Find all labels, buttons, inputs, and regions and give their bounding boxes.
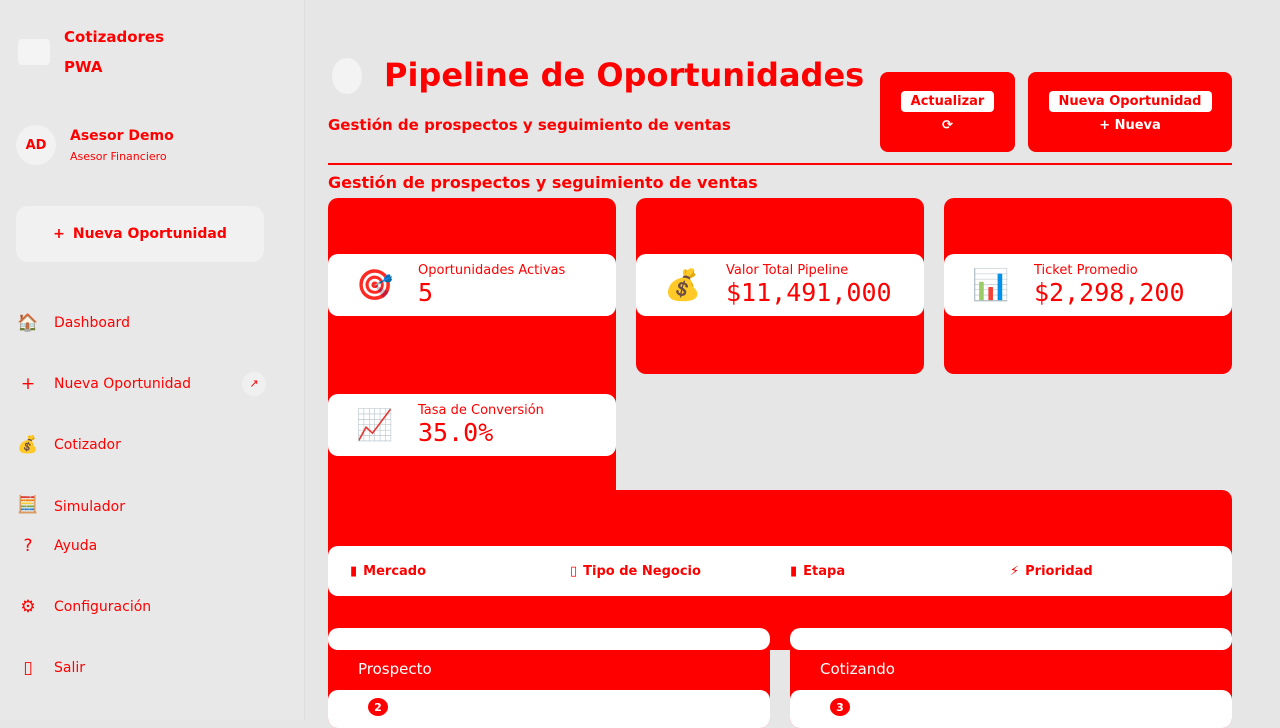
stat-card-ticket: 📊 Ticket Promedio $2,298,200 — [944, 198, 1232, 374]
stat-label: Ticket Promedio — [1034, 263, 1138, 278]
sidebar-item-salir[interactable]: ▯ Salir — [16, 637, 266, 698]
page-subtitle: Gestión de prospectos y seguimiento de v… — [328, 173, 758, 192]
logout-icon: ▯ — [23, 657, 33, 678]
sidebar: Cotizadores PWA AD Asesor Demo Asesor Fina… — [0, 0, 305, 720]
label: Simulador — [54, 499, 125, 515]
filter-etapa[interactable]: ▮ Etapa — [790, 564, 1010, 579]
column-count-badge: 2 — [368, 698, 388, 716]
money-bag-icon: 💰 — [17, 434, 39, 455]
refresh-icon: ⟳ — [942, 118, 953, 133]
sidebar-item-configuracion[interactable]: ⚙ Configuración — [16, 576, 266, 637]
trend-chart-icon: 📈 — [356, 407, 394, 443]
button-label: Nueva Oportunidad — [72, 226, 227, 242]
filter-label: Prioridad — [1025, 563, 1093, 579]
new-label: Nueva Oportunidad — [1048, 91, 1212, 112]
stat-value: 5 — [418, 278, 434, 307]
phone-icon: ▮ — [790, 563, 798, 579]
plus-icon: + — [53, 226, 65, 242]
calculator-icon: 🧮 — [17, 495, 39, 515]
avatar: AD — [16, 125, 56, 165]
stat-value: $11,491,000 — [726, 278, 892, 307]
stat-label: Oportunidades Activas — [418, 263, 566, 278]
stat-label: Tasa de Conversión — [418, 403, 544, 418]
stat-label: Valor Total Pipeline — [726, 263, 849, 278]
filter-label: Tipo de Negocio — [583, 563, 701, 579]
label: Ayuda — [54, 537, 98, 554]
stat-value: $2,298,200 — [1034, 278, 1185, 307]
filter-prioridad[interactable]: ⚡ Prioridad — [1010, 564, 1230, 579]
help-icon: ? — [23, 535, 33, 556]
page-title: Pipeline de Oportunidades — [384, 56, 865, 94]
external-badge-icon: ↗ — [242, 371, 266, 396]
filter-mercado[interactable]: ▮ Mercado — [350, 564, 570, 579]
clipboard-icon: ▯ — [570, 563, 578, 579]
new-opportunity-button[interactable]: Nueva Oportunidad + Nueva — [1028, 72, 1232, 152]
sidebar-nav: 🏠 Dashboard + Nueva Oportunidad ↗ 💰 Cotizado… — [16, 292, 266, 698]
refresh-label: Actualizar — [900, 91, 995, 112]
gear-icon: ⚙ — [20, 596, 36, 617]
column-title: Cotizando — [820, 660, 895, 678]
refresh-button[interactable]: Actualizar ⟳ — [880, 72, 1015, 152]
van-logo-icon — [18, 39, 50, 65]
lightning-icon: ⚡ — [1010, 563, 1020, 579]
column-count-badge: 3 — [830, 698, 850, 716]
column-title: Prospecto — [358, 660, 432, 678]
sidebar-item-simulador[interactable]: 🧮 Simulador — [16, 475, 266, 515]
user-profile: AD Asesor Demo Asesor Financiero — [16, 125, 174, 165]
user-name: Asesor Demo — [70, 127, 174, 144]
bar-chart-icon: 📊 — [972, 267, 1010, 303]
sidebar-item-nueva-oportunidad[interactable]: + Nueva Oportunidad ↗ — [16, 353, 266, 414]
pipeline-column-prospecto: Prospecto 2 — [328, 628, 770, 728]
sidebar-item-ayuda[interactable]: ? Ayuda — [16, 515, 266, 576]
label: Nueva Oportunidad — [54, 375, 191, 392]
plus-icon: + — [20, 373, 36, 394]
stat-value: 35.0% — [418, 418, 494, 447]
stat-card-pipeline: 💰 Valor Total Pipeline $11,491,000 — [636, 198, 924, 374]
filter-label: Mercado — [363, 563, 427, 579]
brand: Cotizadores PWA — [18, 22, 164, 82]
pipeline-column-cotizando: Cotizando 3 — [790, 628, 1232, 728]
sidebar-new-opportunity-button[interactable]: + Nueva Oportunidad — [16, 206, 264, 262]
brand-name: Cotizadores — [64, 28, 165, 46]
label: Configuración — [54, 598, 152, 615]
new-short-label: + Nueva — [1099, 118, 1161, 133]
divider — [328, 163, 1232, 165]
label: Salir — [54, 659, 86, 676]
filters-panel: ▮ Mercado ▯ Tipo de Negocio ▮ Etapa ⚡ Priori… — [328, 490, 1232, 650]
label: Dashboard — [54, 314, 130, 331]
filter-tipo-negocio[interactable]: ▯ Tipo de Negocio — [570, 564, 790, 579]
home-icon: 🏠 — [17, 312, 39, 333]
sidebar-item-dashboard[interactable]: 🏠 Dashboard — [16, 292, 266, 353]
page-subtitle-ghost: Gestión de prospectos y seguimiento de v… — [328, 116, 731, 134]
brand-sub: PWA — [64, 58, 103, 76]
filter-label: Etapa — [803, 563, 846, 579]
calendar-icon: ▮ — [350, 563, 358, 579]
target-icon: 🎯 — [356, 267, 394, 303]
money-bag-icon: 💰 — [664, 267, 702, 303]
label: Cotizador — [54, 436, 121, 453]
sidebar-item-cotizador[interactable]: 💰 Cotizador — [16, 414, 266, 475]
menu-toggle-icon[interactable] — [332, 58, 362, 94]
user-role: Asesor Financiero — [70, 149, 167, 163]
stat-card-conversion: 📈 Tasa de Conversión 35.0% — [328, 338, 616, 512]
